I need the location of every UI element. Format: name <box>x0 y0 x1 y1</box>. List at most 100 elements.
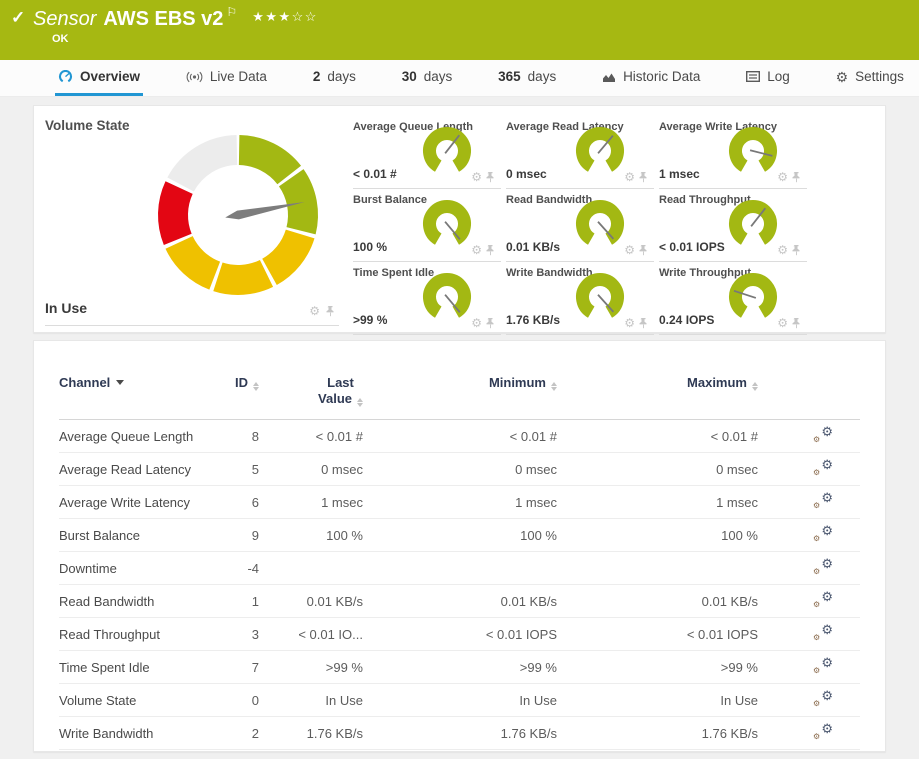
tab-overview[interactable]: Overview <box>55 60 144 96</box>
sensor-kind-label: Sensor <box>33 8 97 30</box>
mini-gauge <box>729 273 777 318</box>
page-title: AWS EBS v2 <box>103 8 224 30</box>
channel-gear-icon[interactable]: ⚙ <box>624 171 635 183</box>
prtg-sensor-page: ✓ Sensor AWS EBS v2 ⚐ ★★★☆☆ OK Overview Liv… <box>0 0 919 759</box>
channel-value: < 0.01 IOPS <box>659 240 725 254</box>
tab-label: days <box>527 69 557 84</box>
channel-settings-icon[interactable]: ⚙ ⚙ <box>813 523 833 543</box>
column-header-channel[interactable]: Channel <box>59 375 219 390</box>
tab-label: Overview <box>80 69 141 84</box>
pin-icon[interactable] <box>639 317 648 329</box>
channel-settings-icon[interactable]: ⚙ ⚙ <box>813 622 833 642</box>
priority-stars-rating[interactable]: ★★★☆☆ <box>252 9 318 24</box>
channel-gear-icon[interactable]: ⚙ <box>309 305 320 317</box>
log-icon <box>746 71 761 82</box>
pin-icon[interactable] <box>792 244 801 256</box>
pin-icon[interactable] <box>639 244 648 256</box>
table-row: Average Read Latency 5 0 msec 0 msec 0 m… <box>59 453 860 486</box>
tab-365-days[interactable]: 365 days <box>495 60 559 96</box>
tab-live-data[interactable]: Live Data <box>183 60 270 96</box>
channel-gear-icon[interactable]: ⚙ <box>777 317 788 329</box>
tab-label: Historic Data <box>623 69 701 84</box>
volume-state-title: Volume State <box>45 118 130 133</box>
channel-settings-icon[interactable]: ⚙ ⚙ <box>813 655 833 675</box>
sensor-title-line: Sensor AWS EBS v2 ⚐ ★★★☆☆ <box>33 5 318 31</box>
tab-settings[interactable]: ⚙ Settings <box>833 60 907 96</box>
tab-label: Settings <box>855 69 904 84</box>
channel-gear-icon[interactable]: ⚙ <box>624 317 635 329</box>
mini-gauge <box>576 200 624 245</box>
channel-value: >99 % <box>353 313 388 327</box>
tab-30-days[interactable]: 30 days <box>399 60 456 96</box>
channel-settings-icon[interactable]: ⚙ ⚙ <box>813 688 833 708</box>
channel-gear-icon[interactable]: ⚙ <box>777 171 788 183</box>
tab-bar: Overview Live Data 2 days 30 days 365 da… <box>0 60 919 97</box>
table-row: Read Bandwidth 1 0.01 KB/s 0.01 KB/s 0.0… <box>59 585 860 618</box>
channel-settings-icon[interactable]: ⚙ ⚙ <box>813 589 833 609</box>
mini-gauge-cell: Average Read Latency 0 msec ⚙ <box>506 116 654 189</box>
column-header-maximum[interactable]: Maximum <box>557 375 758 391</box>
mini-gauge-cell: Time Spent Idle >99 % ⚙ <box>353 262 501 335</box>
status-badge: OK <box>52 33 69 45</box>
mini-gauge <box>576 273 624 318</box>
pin-icon[interactable] <box>486 317 495 329</box>
pin-icon[interactable] <box>486 244 495 256</box>
volume-state-value-row: In Use ⚙ <box>45 300 339 326</box>
table-row: Time Spent Idle 7 >99 % >99 % >99 % ⚙ ⚙ <box>59 651 860 684</box>
mini-gauges-grid: Average Queue Length < 0.01 # ⚙ Average … <box>353 116 812 335</box>
sort-icon[interactable] <box>357 398 363 407</box>
channel-label: Burst Balance <box>353 194 427 206</box>
tab-historic-data[interactable]: Historic Data <box>599 60 703 96</box>
pin-icon[interactable] <box>486 171 495 183</box>
mini-gauge <box>729 200 777 245</box>
channel-gear-icon[interactable]: ⚙ <box>471 171 482 183</box>
sort-icon[interactable] <box>752 382 758 391</box>
channel-value: 0.24 IOPS <box>659 313 715 327</box>
column-header-id[interactable]: ID <box>219 375 259 391</box>
tab-label: days <box>423 69 453 84</box>
channel-settings-icon[interactable]: ⚙ ⚙ <box>813 490 833 510</box>
mini-gauge-cell: Write Bandwidth 1.76 KB/s ⚙ <box>506 262 654 335</box>
table-row: Volume State 0 In Use In Use In Use ⚙ ⚙ <box>59 684 860 717</box>
pin-icon[interactable] <box>326 305 335 317</box>
status-ok-check-icon: ✓ <box>11 8 26 27</box>
mini-gauge-cell: Read Bandwidth 0.01 KB/s ⚙ <box>506 189 654 262</box>
tab-log[interactable]: Log <box>743 60 793 96</box>
pin-icon[interactable] <box>792 317 801 329</box>
column-header-last-value[interactable]: Last Value <box>259 375 363 407</box>
pin-icon[interactable] <box>639 171 648 183</box>
channel-value: 0.01 KB/s <box>506 240 561 254</box>
channel-gear-icon[interactable]: ⚙ <box>777 244 788 256</box>
table-header-row: Channel ID Last Value Minimum Maximum <box>59 341 860 420</box>
channel-settings-icon[interactable]: ⚙ ⚙ <box>813 721 833 741</box>
gear-icon: ⚙ <box>835 68 849 85</box>
table-row: Downtime -4 ⚙ ⚙ <box>59 552 860 585</box>
channel-gear-icon[interactable]: ⚙ <box>471 244 482 256</box>
gauge-icon <box>58 70 73 83</box>
mini-gauge-cell: Write Throughput 0.24 IOPS ⚙ <box>659 262 807 335</box>
column-header-minimum[interactable]: Minimum <box>363 375 557 391</box>
table-row: Read Throughput 3 < 0.01 IO... < 0.01 IO… <box>59 618 860 651</box>
table-row: Burst Balance 9 100 % 100 % 100 % ⚙ ⚙ <box>59 519 860 552</box>
channel-settings-icon[interactable]: ⚙ ⚙ <box>813 424 833 444</box>
channel-value: 100 % <box>353 240 388 254</box>
channel-gear-icon[interactable]: ⚙ <box>624 244 635 256</box>
mini-gauge-cell: Average Write Latency 1 msec ⚙ <box>659 116 807 189</box>
tab-label: days <box>327 69 356 84</box>
channel-settings-icon[interactable]: ⚙ ⚙ <box>813 556 833 576</box>
table-row: Average Write Latency 6 1 msec 1 msec 1 … <box>59 486 860 519</box>
pin-icon[interactable] <box>792 171 801 183</box>
sort-desc-icon[interactable] <box>116 380 125 385</box>
channel-value: < 0.01 # <box>353 167 397 181</box>
channel-gear-icon[interactable]: ⚙ <box>471 317 482 329</box>
mini-gauge <box>423 127 471 172</box>
gauges-panel: Volume State In Use ⚙ Average Queue Leng… <box>33 105 886 335</box>
tab-2-days[interactable]: 2 days <box>310 60 359 96</box>
channel-value: 1.76 KB/s <box>506 313 561 327</box>
mini-gauge <box>576 127 624 172</box>
mini-gauge <box>423 273 471 318</box>
live-icon <box>186 71 203 82</box>
priority-flag-icon[interactable]: ⚐ <box>226 5 237 19</box>
channel-settings-icon[interactable]: ⚙ ⚙ <box>813 457 833 477</box>
volume-state-value: In Use <box>45 300 88 316</box>
